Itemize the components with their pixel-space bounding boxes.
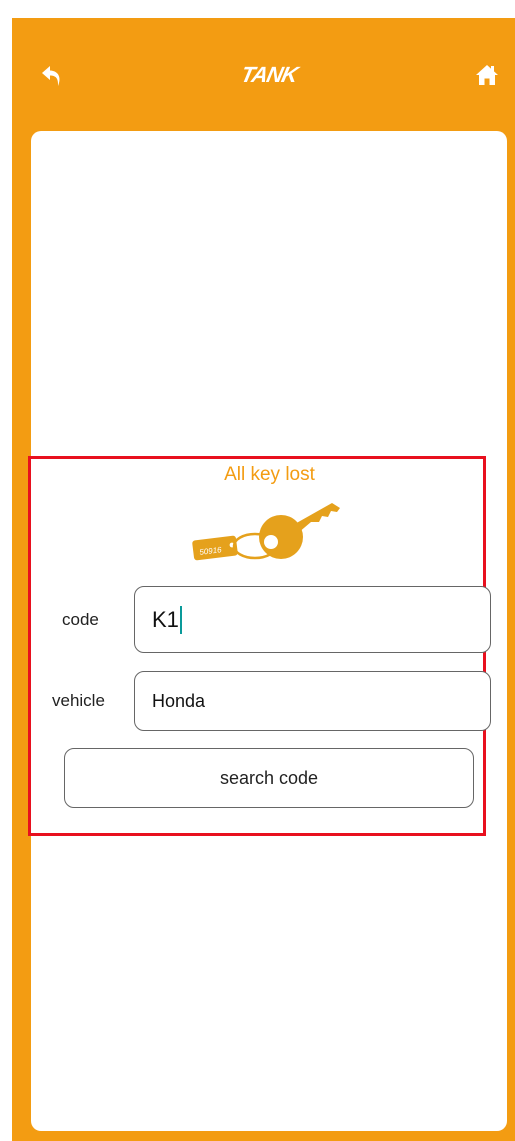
vehicle-input-value: Honda	[152, 690, 206, 711]
back-arrow-icon	[42, 66, 60, 86]
header-bar: TANK	[12, 18, 515, 130]
code-label: code	[62, 610, 99, 629]
vehicle-input[interactable]: Honda	[134, 671, 491, 731]
section-title: All key lost	[224, 464, 315, 485]
home-button[interactable]	[474, 62, 500, 88]
tank-logo: TANK	[238, 62, 300, 87]
search-code-button[interactable]: search code	[64, 748, 474, 808]
key-tag: 50916	[192, 535, 238, 561]
code-input-value: K1	[152, 606, 179, 632]
vehicle-label: vehicle	[52, 691, 105, 710]
code-input[interactable]: K1	[134, 586, 491, 653]
home-icon	[476, 65, 498, 85]
back-button[interactable]	[40, 62, 68, 90]
key-illustration: 50916	[192, 503, 340, 561]
key-shape	[259, 503, 340, 559]
text-caret	[179, 605, 182, 634]
